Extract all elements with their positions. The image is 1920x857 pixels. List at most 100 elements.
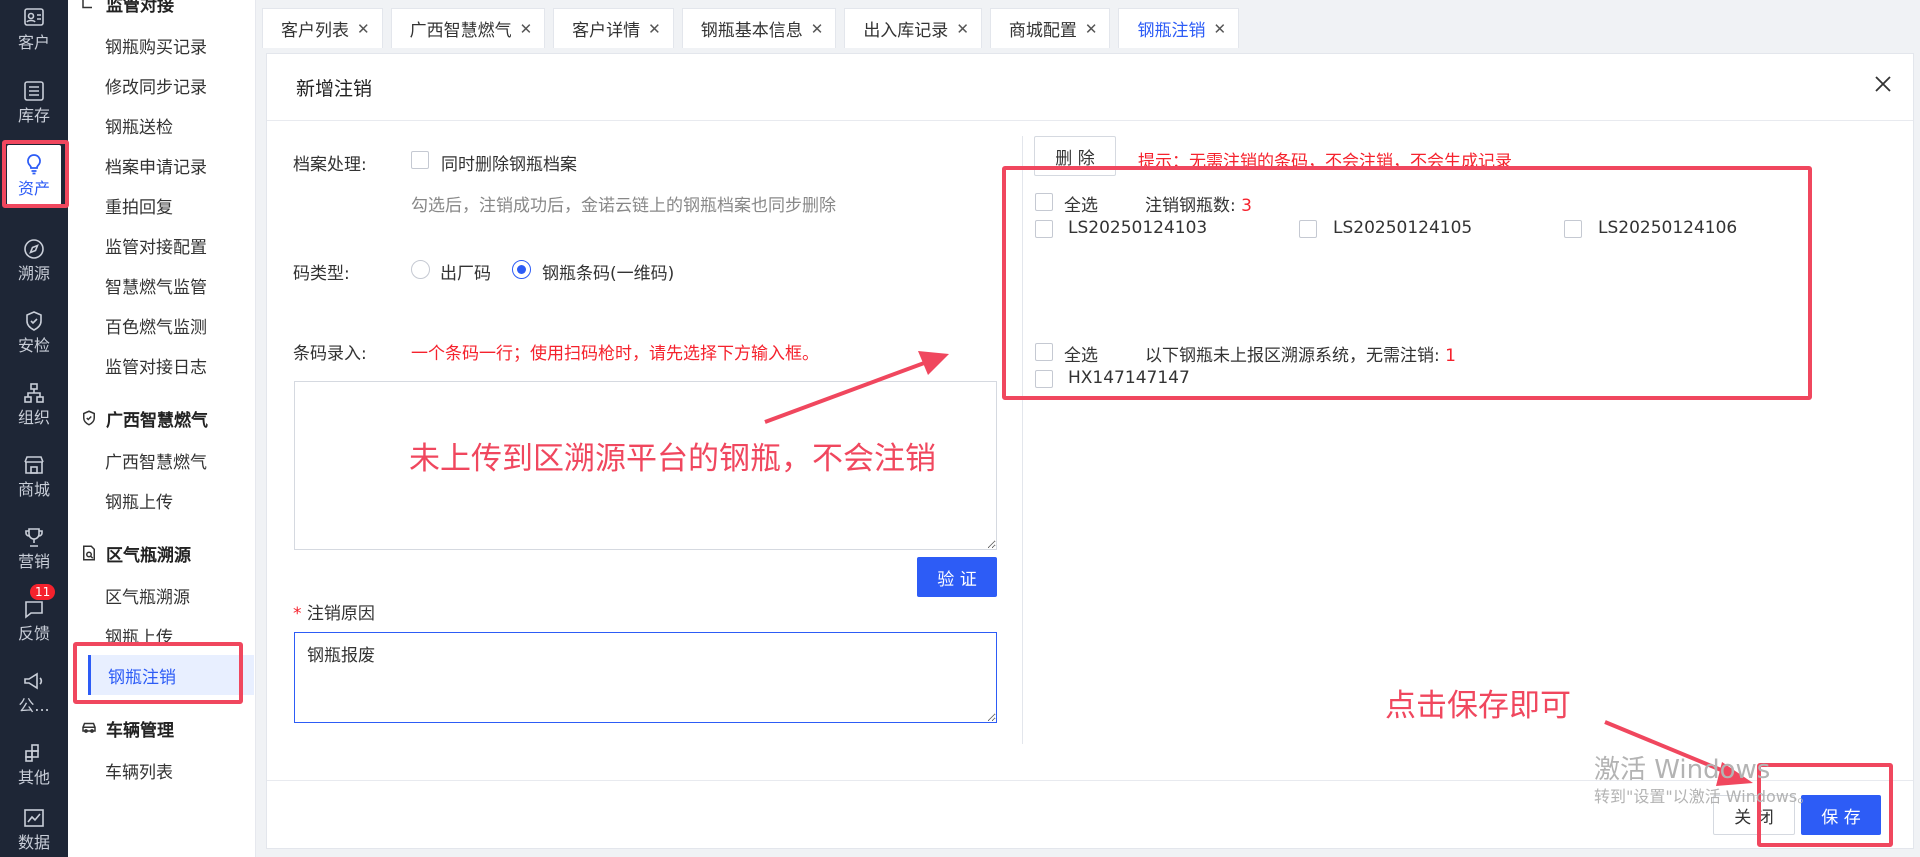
menu-group-vehicle[interactable]: 车辆管理 (80, 713, 174, 743)
rail-item-inspection[interactable]: 安检 (0, 298, 68, 366)
tip-text: 提示：无需注销的条码，不会注销，不会生成记录 (1138, 152, 1512, 172)
close-icon[interactable]: ✕ (956, 20, 969, 38)
tab-cylinder-cancel[interactable]: 钢瓶注销 ✕ (1118, 8, 1240, 48)
close-icon[interactable]: ✕ (357, 20, 370, 38)
reason-label-row: * 注销原因 (293, 599, 375, 624)
rail-label: 库存 (17, 106, 50, 125)
sub-menu: 监管对接 钢瓶购买记录 修改同步记录 钢瓶送检 档案申请记录 重拍回复 监管对接… (68, 0, 256, 857)
rail-item-other[interactable]: 其他 (0, 730, 68, 798)
tab-customer-detail[interactable]: 客户详情 ✕ (553, 8, 674, 48)
menu-item[interactable]: 百色燃气监测 (105, 310, 207, 340)
annotation-click-save: 点击保存即可 (1385, 688, 1571, 724)
code-checkbox[interactable] (1299, 220, 1317, 238)
menu-item[interactable]: 重拍回复 (105, 190, 173, 220)
rail-label: 营销 (17, 552, 50, 571)
rail-item-marketing[interactable]: 营销 (0, 514, 68, 582)
car-icon (82, 722, 96, 733)
tab-label: 客户列表 (281, 21, 349, 41)
menu-item[interactable]: 智慧燃气监管 (105, 270, 207, 300)
rail-label: 客户 (17, 33, 50, 52)
radio-factory-code-label[interactable]: 出厂码 (440, 259, 491, 284)
rail-item-org[interactable]: 组织 (0, 370, 68, 438)
delete-archive-checkbox-label[interactable]: 同时删除钢瓶档案 (441, 150, 577, 175)
delete-button[interactable]: 删 除 (1034, 136, 1116, 176)
menu-item[interactable]: 修改同步记录 (105, 70, 207, 100)
tab-mall-config[interactable]: 商城配置 ✕ (989, 8, 1111, 48)
rail-label: 反馈 (17, 624, 50, 643)
rail-label: 组织 (17, 408, 50, 427)
rail-item-mall[interactable]: 商城 (0, 442, 68, 510)
code-item[interactable]: LS20250124105 (1333, 218, 1472, 238)
rail-item-data[interactable]: 数据 (0, 800, 68, 857)
code-item[interactable]: LS20250124103 (1068, 218, 1207, 238)
menu-group-trace[interactable]: 区气瓶溯源 (80, 538, 191, 568)
menu-group-supervision[interactable]: 监管对接 (80, 0, 174, 18)
megaphone-icon (24, 672, 43, 690)
unreported-code-item[interactable]: HX147147147 (1068, 368, 1190, 388)
select-all-unreported-checkbox[interactable] (1035, 343, 1053, 361)
select-all-label[interactable]: 全选 (1064, 191, 1098, 216)
rail-label: 其他 (17, 768, 50, 787)
close-icon[interactable] (1871, 72, 1895, 96)
rail-item-customer[interactable]: 客户 (0, 0, 68, 58)
close-icon[interactable]: ✕ (648, 20, 661, 38)
tab-customer-list[interactable]: 客户列表 ✕ (262, 8, 383, 48)
store-icon (24, 456, 44, 474)
tab-guangxi-gas[interactable]: 广西智慧燃气 ✕ (390, 8, 546, 48)
barcode-label: 条码录入: (293, 344, 367, 364)
windows-watermark-subtitle: 转到"设置"以激活 Windows。 (1594, 787, 1814, 806)
rail-item-announce[interactable]: 公... (0, 658, 68, 726)
reason-input[interactable] (294, 632, 997, 723)
code-checkbox[interactable] (1564, 220, 1582, 238)
select-all-checkbox[interactable] (1035, 193, 1053, 211)
group-title: 监管对接 (106, 0, 174, 16)
tab-label: 客户详情 (572, 21, 641, 41)
delete-archive-checkbox[interactable] (411, 151, 429, 169)
menu-item[interactable]: 监管对接日志 (105, 350, 207, 380)
link-icon (82, 0, 92, 9)
tab-stock-records[interactable]: 出入库记录 ✕ (844, 8, 982, 48)
menu-item[interactable]: 档案申请记录 (105, 150, 207, 180)
close-icon[interactable]: ✕ (520, 20, 533, 38)
menu-item[interactable]: 钢瓶上传 (105, 485, 173, 515)
annotation-not-uploaded: 未上传到区溯源平台的钢瓶，不会注销 (409, 441, 936, 477)
archive-label: 档案处理: (293, 155, 367, 175)
select-all-unreported-label[interactable]: 全选 (1064, 341, 1098, 366)
radio-factory-code[interactable] (411, 260, 430, 279)
verify-button[interactable]: 验 证 (917, 557, 997, 597)
shield-icon (83, 410, 95, 426)
tab-bar: 客户列表 ✕ 广西智慧燃气 ✕ 客户详情 ✕ 钢瓶基本信息 ✕ 出入库记录 ✕ 商城配置 ✕… (262, 8, 1240, 48)
document-search-icon (83, 545, 95, 561)
menu-item[interactable]: 车辆列表 (105, 755, 173, 785)
tab-label: 出入库记录 (863, 21, 949, 41)
close-icon[interactable]: ✕ (1213, 20, 1226, 38)
rail-item-trace[interactable]: 溯源 (0, 226, 68, 294)
menu-group-guangxi[interactable]: 广西智慧燃气 (80, 403, 208, 433)
radio-barcode[interactable] (512, 260, 531, 279)
customer-card-icon (24, 8, 44, 26)
tab-cylinder-info[interactable]: 钢瓶基本信息 ✕ (681, 8, 837, 48)
menu-item[interactable]: 区气瓶溯源 (105, 580, 190, 610)
menu-item[interactable]: 钢瓶上传 (105, 620, 173, 650)
menu-item[interactable]: 钢瓶送检 (105, 110, 173, 140)
menu-item[interactable]: 监管对接配置 (105, 230, 207, 260)
menu-item-cylinder-cancel[interactable]: 钢瓶注销 (88, 655, 254, 695)
feedback-icon (25, 601, 43, 619)
divider (267, 120, 1913, 121)
cancel-count-row: 注销钢瓶数: 3 (1145, 191, 1252, 216)
rail-item-feedback[interactable]: 11 反馈 (0, 584, 68, 654)
rail-item-assets[interactable]: 资产 (7, 145, 61, 205)
menu-item[interactable]: 广西智慧燃气 (105, 445, 207, 475)
unreported-code-checkbox[interactable] (1035, 370, 1053, 388)
code-item[interactable]: LS20250124106 (1598, 218, 1737, 238)
menu-item[interactable]: 钢瓶购买记录 (105, 30, 207, 60)
close-icon[interactable]: ✕ (811, 20, 824, 38)
trophy-icon (25, 528, 43, 547)
barcode-hint: 一个条码一行；使用扫码枪时，请先选择下方输入框。 (411, 344, 819, 364)
close-icon[interactable]: ✕ (1085, 20, 1098, 38)
rail-item-inventory[interactable]: 库存 (0, 68, 68, 136)
code-checkbox[interactable] (1035, 220, 1053, 238)
radio-barcode-label[interactable]: 钢瓶条码(一维码) (542, 259, 674, 284)
rail-label: 安检 (17, 336, 50, 355)
inventory-list-icon (24, 81, 44, 101)
